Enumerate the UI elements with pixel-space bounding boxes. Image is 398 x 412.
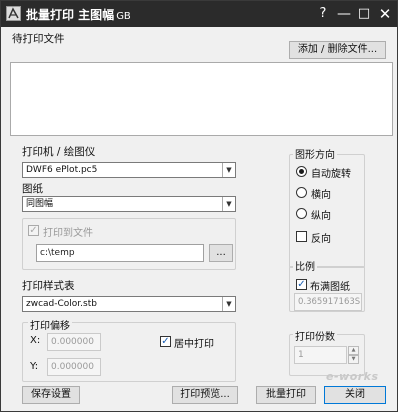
fit-to-paper-label: 布满图纸: [310, 282, 350, 293]
window-title-suffix: GB: [116, 11, 131, 22]
scale-value-input[interactable]: 0.365917163S: [294, 293, 362, 311]
save-settings-button[interactable]: 保存设置: [22, 386, 80, 404]
orientation-auto-radio[interactable]: [296, 166, 307, 177]
paper-select-value: 同图幅: [26, 199, 54, 209]
minimize-button[interactable]: —: [334, 4, 354, 24]
chevron-down-icon: ▼: [222, 197, 235, 211]
close-button[interactable]: 关闭: [324, 386, 386, 404]
help-button[interactable]: ?: [313, 4, 333, 24]
maximize-button[interactable]: □: [354, 4, 374, 24]
copies-label: 打印份数: [293, 328, 337, 343]
orientation-landscape-label: 横向: [311, 190, 331, 201]
pending-files-list[interactable]: [10, 62, 393, 136]
app-icon: [6, 6, 21, 21]
watermark: e-works: [326, 370, 379, 383]
paper-select[interactable]: 同图幅 ▼: [22, 196, 236, 212]
pending-files-label: 待打印文件: [12, 33, 65, 45]
window-title: 批量打印 主图幅 GB: [26, 6, 131, 23]
title-bar[interactable]: 批量打印 主图幅 GB ? — □ ✕: [1, 1, 397, 27]
print-preview-button[interactable]: 打印预览...: [172, 386, 238, 404]
offset-x-label: X:: [30, 335, 41, 346]
center-plot-checkbox[interactable]: ✓: [160, 336, 171, 347]
dialog-body: 待打印文件 添加 / 删除文件... 打印机 / 绘图仪 DWF6 ePlot.…: [4, 28, 394, 410]
reverse-label: 反向: [311, 234, 331, 245]
close-window-button[interactable]: ✕: [375, 4, 395, 24]
paper-label: 图纸: [22, 183, 43, 195]
scale-label: 比例: [293, 258, 317, 273]
reverse-checkbox[interactable]: [296, 231, 307, 242]
spin-up-icon[interactable]: ▲: [348, 346, 359, 355]
copies-stepper[interactable]: ▲ ▼: [348, 346, 359, 364]
printer-label: 打印机 / 绘图仪: [22, 146, 96, 158]
printer-select-value: DWF6 ePlot.pc5: [26, 165, 98, 175]
fit-to-paper-checkbox[interactable]: ✓: [296, 279, 307, 290]
offset-y-label: Y:: [30, 361, 39, 372]
plot-offset-label: 打印偏移: [28, 317, 72, 332]
plot-style-select-value: zwcad-Color.stb: [26, 299, 97, 309]
chevron-down-icon: ▼: [222, 163, 235, 177]
batch-print-button[interactable]: 批量打印: [256, 386, 316, 404]
add-remove-files-button[interactable]: 添加 / 删除文件...: [289, 41, 386, 59]
offset-x-input[interactable]: 0.000000: [47, 333, 101, 351]
print-to-file-checkbox[interactable]: ✓: [28, 225, 39, 236]
plot-style-label: 打印样式表: [22, 280, 75, 292]
chevron-down-icon: ▼: [222, 297, 235, 311]
center-plot-label: 居中打印: [174, 339, 214, 350]
print-to-file-label: 打印到文件: [43, 228, 93, 239]
spin-down-icon[interactable]: ▼: [348, 355, 359, 364]
copies-input[interactable]: 1: [294, 346, 347, 364]
window-title-text: 批量打印 主图幅: [26, 8, 115, 22]
batch-print-dialog: 批量打印 主图幅 GB ? — □ ✕ 待打印文件 添加 / 删除文件... 打印…: [0, 0, 398, 412]
orientation-portrait-label: 纵向: [311, 211, 331, 222]
orientation-portrait-radio[interactable]: [296, 208, 307, 219]
orientation-auto-label: 自动旋转: [311, 169, 351, 180]
offset-y-input[interactable]: 0.000000: [47, 358, 101, 376]
orientation-label: 图形方向: [293, 146, 337, 161]
orientation-landscape-radio[interactable]: [296, 187, 307, 198]
plot-style-select[interactable]: zwcad-Color.stb ▼: [22, 296, 236, 312]
printer-select[interactable]: DWF6 ePlot.pc5 ▼: [22, 162, 236, 178]
browse-path-button[interactable]: ...: [209, 244, 233, 262]
output-path-input[interactable]: c:\temp: [36, 244, 204, 262]
